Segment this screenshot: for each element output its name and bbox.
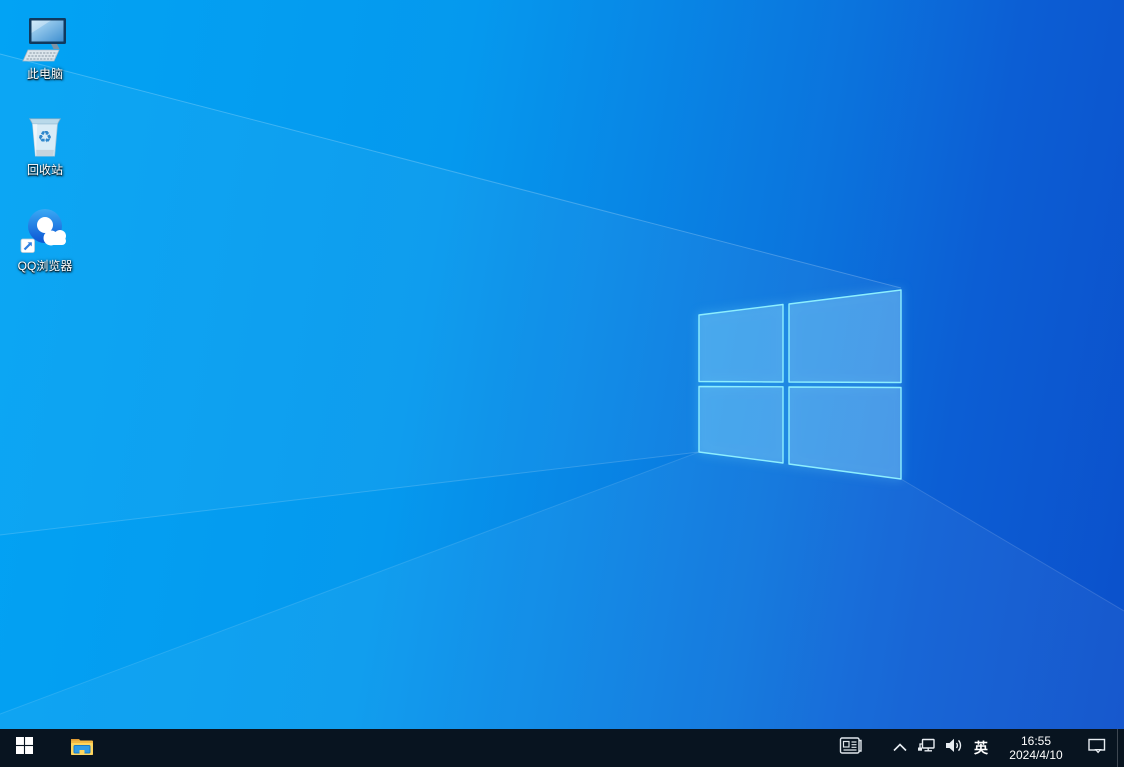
qq-browser-icon: [19, 202, 71, 256]
action-center-button[interactable]: [1077, 729, 1117, 767]
show-desktop-button[interactable]: [1117, 729, 1124, 767]
file-explorer-icon: [69, 735, 95, 762]
desktop-icon-label: 此电脑: [27, 67, 63, 81]
chevron-up-icon: [893, 739, 907, 757]
start-icon: [16, 737, 33, 759]
clock[interactable]: 16:55 2024/4/10: [995, 729, 1077, 767]
system-tray: 英 16:55 2024/4/10: [831, 729, 1124, 767]
network-icon: [917, 737, 936, 759]
action-center-icon: [1087, 737, 1107, 759]
volume-button[interactable]: [940, 729, 967, 767]
ime-language-button[interactable]: 英: [967, 729, 995, 767]
clock-time: 16:55: [1021, 734, 1051, 748]
ime-language-label: 英: [974, 738, 988, 758]
desktop-icon-label: 回收站: [27, 163, 63, 177]
taskbar: 英 16:55 2024/4/10: [0, 729, 1124, 767]
desktop-icon-qq-browser[interactable]: QQ浏览器: [6, 202, 84, 273]
desktop-wallpaper: 此电脑 ♻︎ 回收站: [0, 0, 1124, 729]
volume-icon: [945, 737, 963, 759]
desktop-icon-this-pc[interactable]: 此电脑: [6, 10, 84, 81]
news-icon: [839, 736, 863, 761]
clock-date: 2024/4/10: [1009, 748, 1062, 762]
file-explorer-button[interactable]: [58, 729, 106, 767]
this-pc-icon: [21, 10, 69, 64]
desktop-icon-label: QQ浏览器: [18, 259, 73, 273]
show-hidden-icons-button[interactable]: [887, 729, 913, 767]
recycle-bin-icon: ♻︎: [22, 106, 68, 160]
desktop-icon-recycle-bin[interactable]: ♻︎ 回收站: [6, 106, 84, 177]
news-widget-button[interactable]: [831, 729, 871, 767]
windows-logo: [680, 268, 920, 498]
wallpaper-light-beams: [0, 0, 1124, 729]
start-button[interactable]: [0, 729, 48, 767]
network-button[interactable]: [913, 729, 940, 767]
svg-text:♻︎: ♻︎: [38, 128, 53, 147]
